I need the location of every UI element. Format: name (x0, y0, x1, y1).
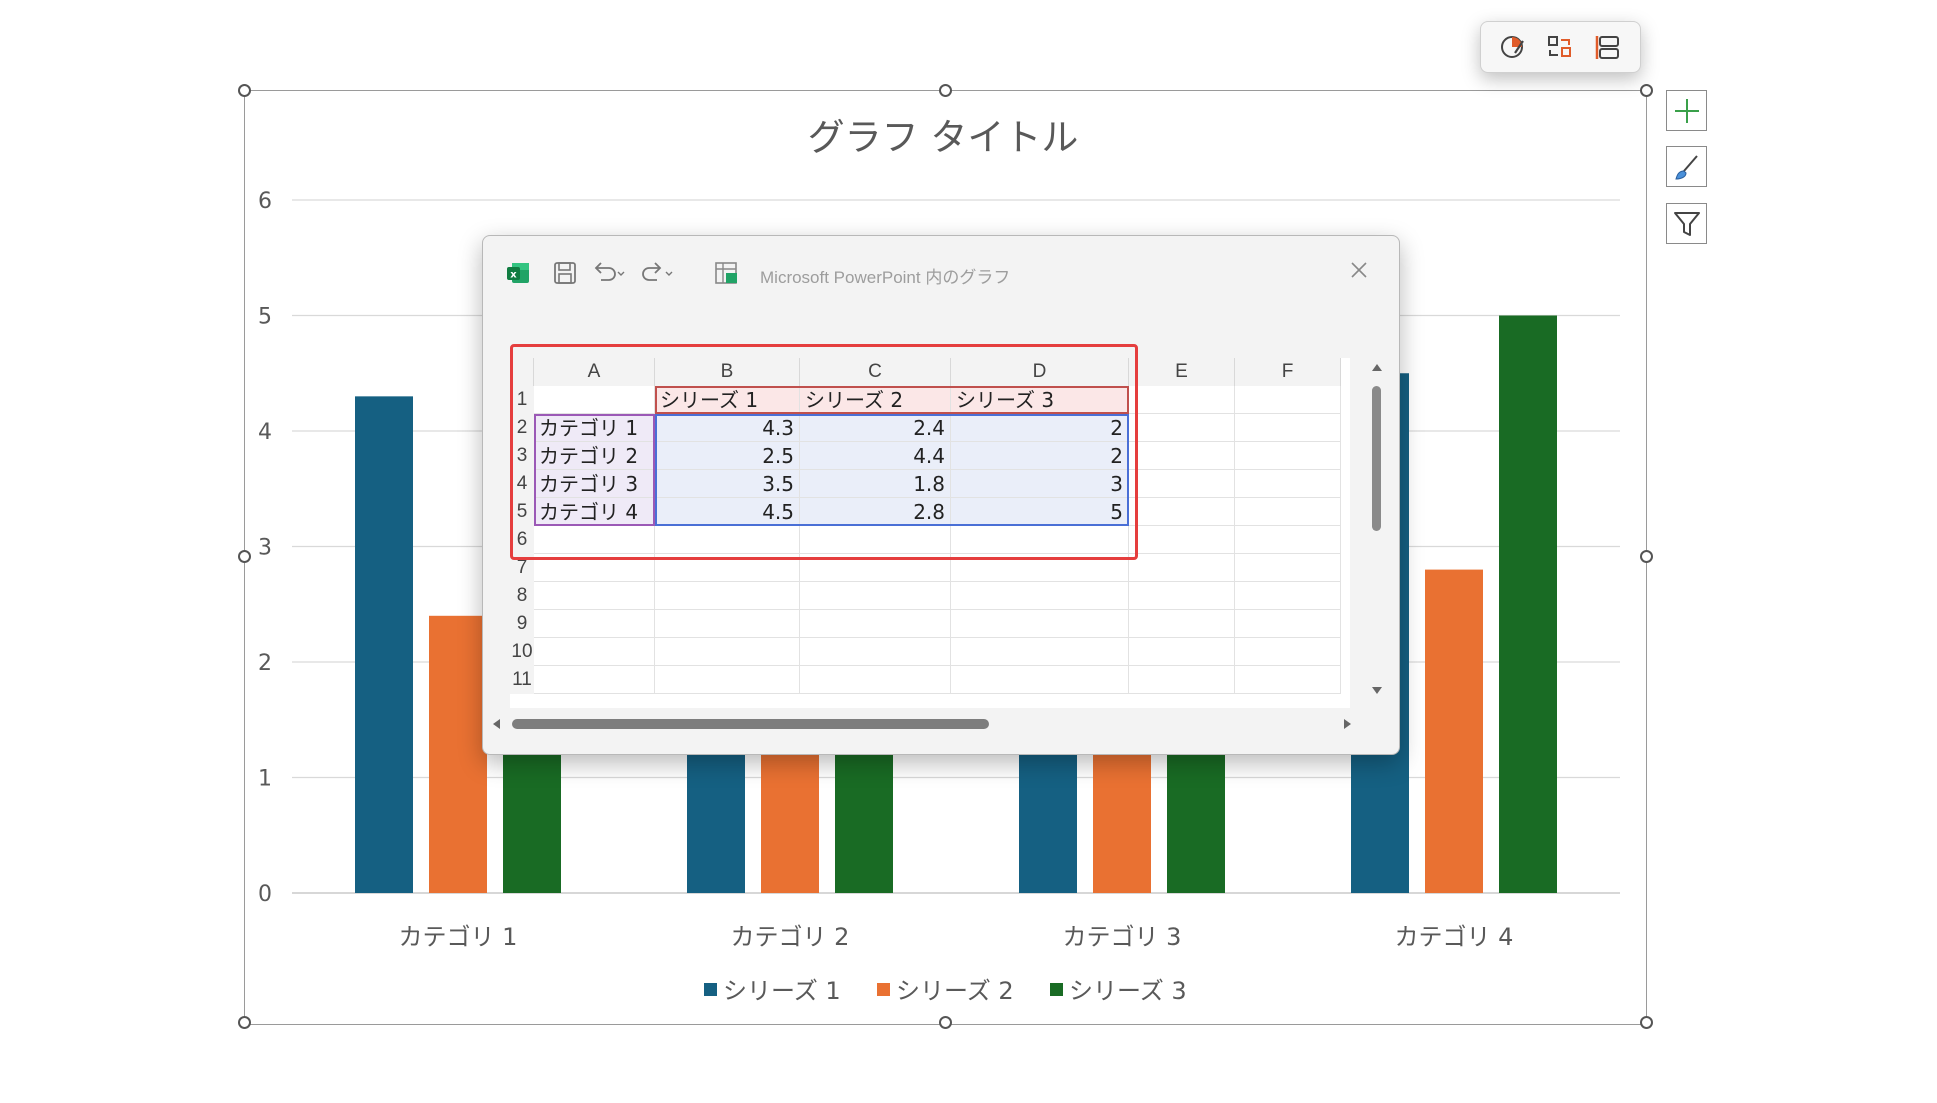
y-tick-label: 1 (258, 767, 272, 792)
chart-styles-icon[interactable] (1496, 30, 1530, 64)
chart-elements-button[interactable] (1666, 90, 1707, 131)
bar-series-3-category-4 (1499, 315, 1557, 893)
x-tick-label: カテゴリ 2 (731, 923, 850, 951)
excel-window-title: Microsoft PowerPoint 内のグラフ (760, 268, 1011, 287)
plus-icon (1674, 98, 1699, 123)
cell-E5[interactable] (1129, 498, 1235, 526)
cell-A8[interactable] (534, 582, 655, 610)
undo-icon[interactable] (591, 260, 627, 286)
scroll-left-icon[interactable] (491, 718, 501, 730)
cell-B8[interactable] (655, 582, 800, 610)
edit-data-icon[interactable] (713, 260, 741, 286)
vertical-scrollbar[interactable] (1366, 358, 1388, 700)
legend-label: シリーズ 1 (723, 977, 841, 1005)
y-tick-label: 0 (258, 882, 272, 907)
legend-swatch-series-2 (877, 983, 890, 996)
cell-F5[interactable] (1235, 498, 1341, 526)
cell-F1[interactable] (1235, 386, 1341, 414)
y-tick-label: 6 (258, 189, 272, 214)
cell-D8[interactable] (951, 582, 1129, 610)
scroll-up-icon[interactable] (1371, 362, 1383, 372)
cell-F8[interactable] (1235, 582, 1341, 610)
highlight-annotation-box (510, 344, 1138, 560)
cell-D9[interactable] (951, 610, 1129, 638)
scroll-down-icon[interactable] (1371, 686, 1383, 696)
svg-text:x: x (510, 270, 517, 281)
cell-A10[interactable] (534, 638, 655, 666)
cell-E11[interactable] (1129, 666, 1235, 694)
cell-F7[interactable] (1235, 554, 1341, 582)
cell-B11[interactable] (655, 666, 800, 694)
row-header-10[interactable]: 10 (510, 638, 534, 666)
cell-E8[interactable] (1129, 582, 1235, 610)
row-header-8[interactable]: 8 (510, 582, 534, 610)
legend-swatch-series-3 (1050, 983, 1063, 996)
close-icon[interactable] (1348, 259, 1370, 281)
cell-F6[interactable] (1235, 526, 1341, 554)
cell-E4[interactable] (1129, 470, 1235, 498)
bar-series-1-category-1 (355, 396, 413, 893)
y-tick-label: 2 (258, 651, 272, 676)
horizontal-scroll-thumb[interactable] (512, 719, 989, 729)
legend-swatch-series-1 (704, 983, 717, 996)
filter-icon (1673, 211, 1700, 236)
legend-label: シリーズ 2 (896, 977, 1014, 1005)
cell-E1[interactable] (1129, 386, 1235, 414)
cell-E2[interactable] (1129, 414, 1235, 442)
chart-styles-button[interactable] (1666, 146, 1707, 187)
x-tick-label: カテゴリ 3 (1063, 923, 1182, 951)
switch-row-column-icon[interactable] (1543, 30, 1577, 64)
bar-series-2-category-1 (429, 615, 487, 893)
cell-E7[interactable] (1129, 554, 1235, 582)
cell-B9[interactable] (655, 610, 800, 638)
chart-quick-toolbar (1480, 21, 1641, 73)
cell-F4[interactable] (1235, 470, 1341, 498)
row-header-11[interactable]: 11 (510, 666, 534, 694)
cell-E9[interactable] (1129, 610, 1235, 638)
cell-E10[interactable] (1129, 638, 1235, 666)
cell-C9[interactable] (800, 610, 951, 638)
chart-filter-button[interactable] (1666, 203, 1707, 244)
row-header-9[interactable]: 9 (510, 610, 534, 638)
y-tick-label: 3 (258, 536, 272, 561)
brush-icon (1674, 154, 1698, 180)
column-header-E[interactable]: E (1129, 358, 1235, 386)
cell-C8[interactable] (800, 582, 951, 610)
x-tick-label: カテゴリ 4 (1395, 923, 1514, 951)
cell-C11[interactable] (800, 666, 951, 694)
cell-F9[interactable] (1235, 610, 1341, 638)
layout-icon[interactable] (1591, 30, 1625, 64)
x-tick-label: カテゴリ 1 (399, 923, 518, 951)
cell-F3[interactable] (1235, 442, 1341, 470)
cell-F10[interactable] (1235, 638, 1341, 666)
cell-F11[interactable] (1235, 666, 1341, 694)
redo-icon[interactable] (639, 260, 675, 286)
cell-B10[interactable] (655, 638, 800, 666)
horizontal-scrollbar[interactable] (483, 712, 1399, 734)
bar-series-2-category-4 (1425, 569, 1483, 893)
excel-logo-icon: x (507, 263, 529, 283)
cell-E6[interactable] (1129, 526, 1235, 554)
y-tick-label: 4 (258, 420, 272, 445)
excel-title-bar[interactable]: x Microsoft PowerPoint 内のグラフ (483, 236, 1399, 294)
vertical-scroll-thumb[interactable] (1372, 386, 1381, 531)
cell-A11[interactable] (534, 666, 655, 694)
chart-title: グラフ タイトル (808, 116, 1079, 159)
cell-E3[interactable] (1129, 442, 1235, 470)
y-tick-label: 5 (258, 305, 272, 330)
save-icon[interactable] (552, 260, 578, 286)
legend-label: シリーズ 3 (1069, 977, 1187, 1005)
cell-D11[interactable] (951, 666, 1129, 694)
cell-A9[interactable] (534, 610, 655, 638)
cell-F2[interactable] (1235, 414, 1341, 442)
column-header-F[interactable]: F (1235, 358, 1341, 386)
cell-D10[interactable] (951, 638, 1129, 666)
scroll-right-icon[interactable] (1343, 718, 1353, 730)
cell-C10[interactable] (800, 638, 951, 666)
